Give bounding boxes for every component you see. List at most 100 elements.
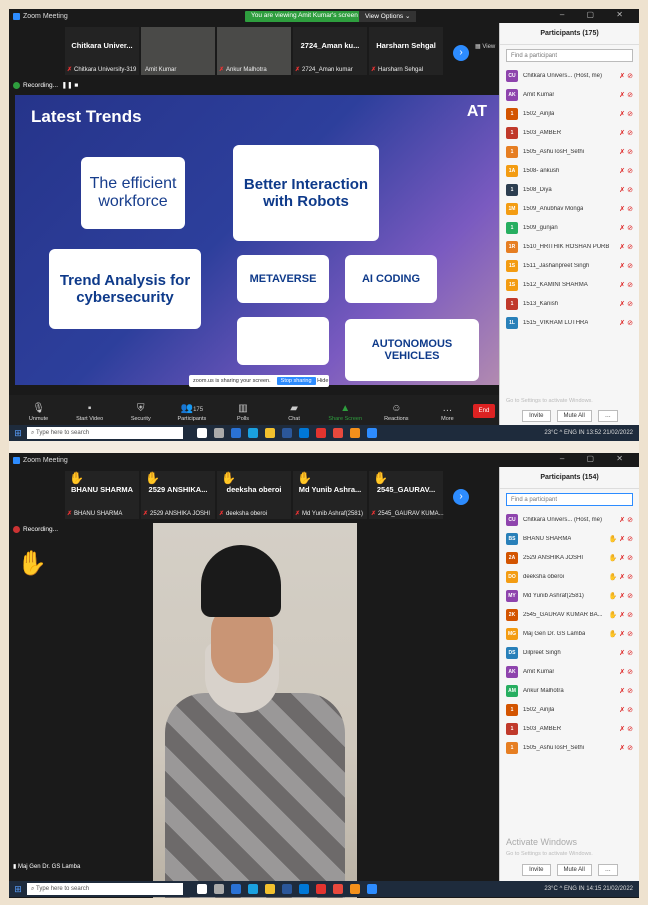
chrome-icon[interactable] — [333, 428, 343, 438]
chrome-icon[interactable] — [333, 884, 343, 894]
taskbar-search[interactable]: ⌕ Type here to search — [27, 883, 183, 895]
mail-icon[interactable] — [299, 428, 309, 438]
participant-name: 1508- ankush — [523, 167, 560, 174]
browser-icon[interactable] — [248, 428, 258, 438]
participant-name: Dilpreet Singh — [523, 649, 561, 656]
muted-mic-icon: ✗ — [619, 573, 626, 581]
taskbar-search[interactable]: ⌕ Type here to search — [27, 427, 183, 439]
acrobat-icon[interactable] — [316, 428, 326, 438]
video-tile[interactable]: ✗ Ankur Malhotra — [217, 27, 291, 75]
more-button[interactable]: … More — [422, 403, 473, 422]
participant-avatar: 1 — [506, 297, 518, 310]
video-tile[interactable]: Harsharn Sehgal ✗ Harsharn Sehgal — [369, 27, 443, 75]
word-icon[interactable] — [282, 884, 292, 894]
app-icon[interactable] — [350, 428, 360, 438]
task-view-icon[interactable] — [214, 884, 224, 894]
next-page-icon[interactable]: › — [453, 45, 469, 61]
participant-row[interactable]: 1 1505_AshuTosH_Sethi ✗ ⊘ — [500, 738, 639, 757]
window-controls[interactable]: – ▢ ✕ — [560, 10, 633, 19]
participant-row[interactable]: 2A 2529 ANSHIKA JOSHI ✋ ✗ ⊘ — [500, 548, 639, 567]
invite-button[interactable]: Invite — [522, 864, 551, 876]
participant-row[interactable]: 1R 1510_HRITHIK ROSHAN PURBA ✗ ⊘ — [500, 237, 639, 256]
browser-icon[interactable] — [248, 884, 258, 894]
more-options-button[interactable]: … — [597, 864, 618, 876]
participant-row[interactable]: CU Chitkara Univers... (Host, me) ✗ ⊘ — [500, 510, 639, 529]
participant-row[interactable]: 1L 1515_VIKRAM LUTHRA ✗ ⊘ — [500, 313, 639, 332]
acrobat-icon[interactable] — [316, 884, 326, 894]
raised-hand-icon: ✋ — [608, 630, 618, 638]
participant-row[interactable]: 1 1502_Ainjla ✗ ⊘ — [500, 104, 639, 123]
slide-card: Trend Analysis for cybersecurity — [49, 249, 201, 329]
video-tile[interactable]: ✋ Md Yunib Ashra... ✗ Md Yunib Ashraf(2581) — [293, 471, 367, 519]
video-tile[interactable]: Chitkara Univer... ✗ Chitkara University-3… — [65, 27, 139, 75]
mail-icon[interactable] — [299, 884, 309, 894]
task-view-icon[interactable] — [214, 428, 224, 438]
polls-button[interactable]: ▥ Polls — [217, 403, 268, 422]
mute-all-button[interactable]: Mute All — [556, 864, 592, 876]
participant-row[interactable]: 1S 1511_Jashanpreet Singh ✗ ⊘ — [500, 256, 639, 275]
participant-row[interactable]: 1 1505_AshuTosH_Sethi ✗ ⊘ — [500, 142, 639, 161]
edge-icon[interactable] — [231, 884, 241, 894]
zoom-taskbar-icon[interactable] — [367, 884, 377, 894]
reactions-button[interactable]: ☺ Reactions — [371, 403, 422, 422]
more-options-button[interactable]: … — [597, 410, 618, 422]
participant-row[interactable]: 2K 2545_GAURAV KUMAR BA... ✋ ✗ ⊘ — [500, 605, 639, 624]
participant-row[interactable]: DO deeksha oberoi ✋ ✗ ⊘ — [500, 567, 639, 586]
unmute-button[interactable]: 🎙 Unmute — [13, 403, 64, 422]
view-button[interactable]: ▦ View — [475, 43, 495, 50]
participant-row[interactable]: 1S 1512_KAMINI SHARMA ✗ ⊘ — [500, 275, 639, 294]
video-tile[interactable]: Amit Kumar — [141, 27, 215, 75]
participant-row[interactable]: DS Dilpreet Singh ✗ ⊘ — [500, 643, 639, 662]
word-icon[interactable] — [282, 428, 292, 438]
video-tile[interactable]: ✋ 2529 ANSHIKA... ✗ 2529 ANSHIKA JOSHI — [141, 471, 215, 519]
chat-button[interactable]: ▰ Chat — [269, 403, 320, 422]
mute-all-button[interactable]: Mute All — [556, 410, 592, 422]
folder-icon[interactable] — [265, 428, 275, 438]
stop-sharing-button[interactable]: Stop sharing — [276, 377, 316, 385]
participant-row[interactable]: 1 1502_Ainjla ✗ ⊘ — [500, 700, 639, 719]
participant-row[interactable]: MY Md Yunib Ashraf(2581) ✋ ✗ ⊘ — [500, 586, 639, 605]
participant-row[interactable]: 1A 1508- ankush ✗ ⊘ — [500, 161, 639, 180]
participant-row[interactable]: 1M 1509_Anubhav Monga ✗ ⊘ — [500, 199, 639, 218]
windows-start-icon[interactable]: ⊞ — [9, 884, 27, 895]
participant-row[interactable]: AK Amit Kumar ✗ ⊘ — [500, 85, 639, 104]
participant-row[interactable]: 1 1503_AMBER ✗ ⊘ — [500, 719, 639, 738]
participant-row[interactable]: 1 1503_AMBER ✗ ⊘ — [500, 123, 639, 142]
zoom-taskbar-icon[interactable] — [367, 428, 377, 438]
video-tile[interactable]: ✋ 2545_GAURAV... ✗ 2545_GAURAV KUMA... — [369, 471, 444, 519]
participant-avatar: 1M — [506, 202, 518, 215]
participant-row[interactable]: CU Chitkara Univers... (Host, me) ✗ ⊘ — [500, 66, 639, 85]
tile-label: ✗ deeksha oberoi — [219, 511, 268, 517]
find-participant-input[interactable]: Find a participant — [506, 493, 633, 506]
recording-indicator[interactable]: Recording... — [13, 523, 58, 535]
next-page-icon[interactable]: › — [453, 489, 469, 505]
taskbar-apps — [197, 884, 377, 894]
app-icon[interactable] — [350, 884, 360, 894]
find-participant-input[interactable]: Find a participant — [506, 49, 633, 62]
participant-row[interactable]: AK Amit Kumar ✗ ⊘ — [500, 662, 639, 681]
security-button[interactable]: ⛨ Security — [115, 403, 166, 422]
edge-icon[interactable] — [231, 428, 241, 438]
view-options-button[interactable]: View Options ⌄ — [359, 11, 417, 22]
invite-button[interactable]: Invite — [522, 410, 551, 422]
start-video-button[interactable]: ▪ Start Video — [64, 403, 115, 422]
participants-button[interactable]: 👥175 Participants — [166, 403, 217, 422]
folder-icon[interactable] — [265, 884, 275, 894]
recording-indicator[interactable]: Recording... ❚❚ ■ — [13, 79, 78, 91]
window-controls[interactable]: – ▢ ✕ — [560, 454, 633, 463]
participant-row[interactable]: 1 1513_Kanish ✗ ⊘ — [500, 294, 639, 313]
participant-row[interactable]: BS BHANU SHARMA ✋ ✗ ⊘ — [500, 529, 639, 548]
participant-row[interactable]: MG Maj Gen Dr. GS Lamba ✋ ✗ ⊘ — [500, 624, 639, 643]
windows-start-icon[interactable]: ⊞ — [9, 428, 27, 439]
hide-button[interactable]: Hide — [317, 378, 328, 384]
video-tile[interactable]: 2724_Aman ku... ✗ 2724_Aman kumar — [293, 27, 367, 75]
participant-row[interactable]: 1 1508_Diya ✗ ⊘ — [500, 180, 639, 199]
share-screen-button[interactable]: ▲ Share Screen — [320, 403, 371, 422]
participant-row[interactable]: 1 1509_gunjan ✗ ⊘ — [500, 218, 639, 237]
participant-row[interactable]: AM Ankur Malhotra ✗ ⊘ — [500, 681, 639, 700]
cortana-icon[interactable] — [197, 884, 207, 894]
cortana-icon[interactable] — [197, 428, 207, 438]
video-tile[interactable]: ✋ BHANU SHARMA ✗ BHANU SHARMA — [65, 471, 139, 519]
video-tile[interactable]: ✋ deeksha oberoi ✗ deeksha oberoi — [217, 471, 291, 519]
end-button[interactable]: End — [472, 404, 495, 418]
